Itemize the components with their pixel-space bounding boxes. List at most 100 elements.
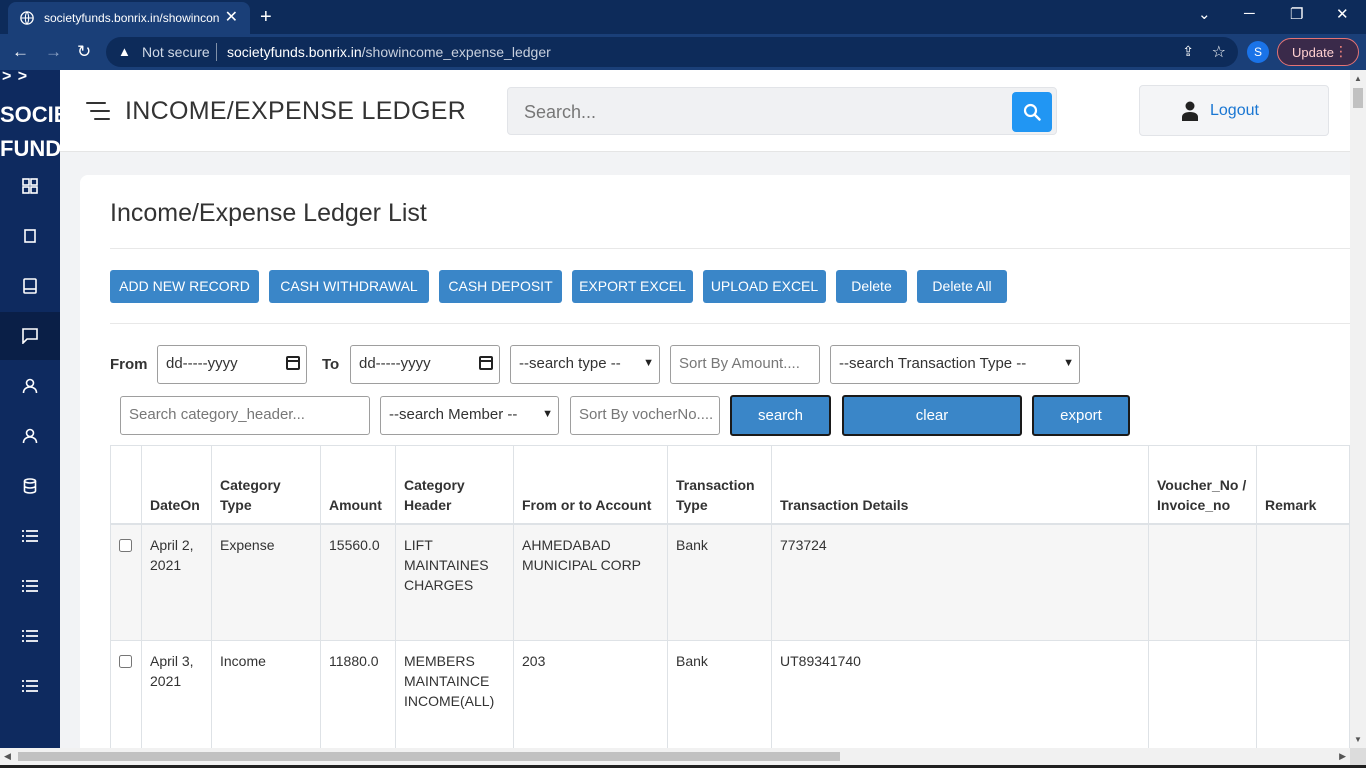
user-icon[interactable]	[20, 426, 40, 446]
delete-button[interactable]: Delete	[836, 270, 907, 303]
security-label: Not secure	[142, 44, 210, 60]
reload-icon[interactable]: ↻	[77, 42, 91, 62]
horizontal-scrollbar[interactable]: ◀ ▶	[0, 748, 1350, 765]
hamburger-menu-icon[interactable]	[86, 100, 110, 120]
to-date-input[interactable]: dd-----yyyy	[350, 345, 500, 384]
from-label: From	[110, 356, 148, 373]
ledger-card: Income/Expense Ledger List ADD NEW RECOR…	[80, 175, 1350, 768]
minimize-icon[interactable]: ─	[1244, 5, 1255, 22]
date-cell: April 2, 2021	[141, 523, 212, 641]
member-select[interactable]: --search Member -- ▼	[380, 396, 559, 435]
row-checkbox[interactable]	[119, 538, 132, 552]
column-header: Transaction Type	[667, 445, 772, 525]
new-tab-icon[interactable]: +	[260, 6, 272, 29]
export-button[interactable]: export	[1032, 395, 1130, 436]
calendar-icon[interactable]	[479, 356, 493, 370]
database-icon[interactable]	[20, 476, 40, 496]
category-type-cell: Expense	[211, 523, 321, 641]
list-icon[interactable]	[20, 626, 40, 646]
upload-excel-button[interactable]: UPLOAD EXCEL	[703, 270, 826, 303]
column-header: Amount	[320, 445, 396, 525]
url-text: societyfunds.bonrix.in/showincome_expens…	[227, 44, 551, 60]
date-cell: April 3, 2021	[141, 640, 212, 758]
list-icon[interactable]	[20, 676, 40, 696]
card-title: Income/Expense Ledger List	[110, 199, 427, 227]
search-icon	[1023, 103, 1041, 121]
from-date-input[interactable]: dd-----yyyy	[157, 345, 307, 384]
amount-sort-input[interactable]: Sort By Amount....	[670, 345, 820, 384]
profile-avatar[interactable]: S	[1247, 41, 1269, 63]
user-icon	[1182, 101, 1198, 121]
chat-icon[interactable]	[20, 326, 40, 346]
voucher-cell	[1148, 523, 1257, 641]
page-header: INCOME/EXPENSE LEDGER Logout	[60, 70, 1350, 152]
category-header-cell: MEMBERS MAINTAINCE INCOME(ALL)	[395, 640, 514, 758]
row-checkbox[interactable]	[119, 655, 132, 668]
scrollbar-thumb[interactable]	[18, 752, 840, 761]
search-button[interactable]	[1012, 92, 1052, 132]
chevron-down-icon: ▼	[542, 408, 553, 420]
update-button[interactable]: Update ⋮	[1277, 38, 1359, 66]
clear-button[interactable]: clear	[842, 395, 1022, 436]
export-excel-button[interactable]: EXPORT EXCEL	[572, 270, 693, 303]
close-tab-icon[interactable]: ✕	[225, 10, 238, 26]
cash-withdrawal-button[interactable]: CASH WITHDRAWAL	[269, 270, 429, 303]
scroll-up-icon[interactable]: ▲	[1354, 74, 1362, 83]
category-search-input[interactable]: Search category_header...	[120, 396, 370, 435]
column-header: Category Header	[395, 445, 514, 525]
sidebar: > > SOCIETY FUNDS	[0, 70, 60, 748]
menu-dots-icon: ⋮	[1334, 43, 1348, 59]
column-header: Category Type	[211, 445, 321, 525]
table-row: April 2, 2021 Expense 15560.0 LIFT MAINT…	[110, 523, 1350, 641]
add-new-record-button[interactable]: ADD NEW RECORD	[110, 270, 259, 303]
scroll-left-icon[interactable]: ◀	[4, 751, 11, 762]
sidebar-brand: SOCIETY FUNDS	[0, 102, 60, 161]
category-type-cell: Income	[211, 640, 321, 758]
restore-icon[interactable]: ❐	[1290, 5, 1303, 23]
close-window-icon[interactable]: ✕	[1336, 5, 1349, 23]
header-search-input[interactable]	[524, 100, 1004, 124]
list-icon[interactable]	[20, 526, 40, 546]
forward-icon[interactable]: →	[45, 42, 62, 62]
divider	[110, 323, 1350, 324]
voucher-sort-input[interactable]: Sort By vocherNo....	[570, 396, 720, 435]
browser-tab-bar: societyfunds.bonrix.in/showincon ✕ + ⌄ ─…	[0, 0, 1366, 34]
remark-cell	[1256, 640, 1350, 758]
search-filter-button[interactable]: search	[730, 395, 831, 436]
browser-tab[interactable]: societyfunds.bonrix.in/showincon ✕	[8, 2, 250, 34]
back-icon[interactable]: ←	[12, 42, 29, 62]
delete-all-button[interactable]: Delete All	[917, 270, 1007, 303]
dashboard-icon[interactable]	[20, 176, 40, 196]
chevron-down-icon: ▼	[643, 357, 654, 369]
logout-label: Logout	[1210, 101, 1259, 119]
transaction-details-cell: 773724	[771, 523, 1149, 641]
transaction-type-select[interactable]: --search Transaction Type -- ▼	[830, 345, 1080, 384]
voucher-cell	[1148, 640, 1257, 758]
scroll-down-icon[interactable]: ▼	[1354, 735, 1362, 744]
book-icon[interactable]	[20, 276, 40, 296]
bookmark-star-icon[interactable]: ☆	[1212, 42, 1226, 62]
logout-button[interactable]: Logout	[1139, 85, 1329, 136]
account-cell: AHMEDABAD MUNICIPAL CORP	[513, 523, 668, 641]
url-field[interactable]: ▲ Not secure societyfunds.bonrix.in/show…	[106, 37, 1238, 67]
page-icon[interactable]	[20, 226, 40, 246]
share-icon[interactable]: ⇪	[1182, 43, 1194, 60]
search-type-select[interactable]: --search type -- ▼	[510, 345, 660, 384]
cash-deposit-button[interactable]: CASH DEPOSIT	[439, 270, 562, 303]
page-title: INCOME/EXPENSE LEDGER	[125, 97, 467, 125]
vertical-scrollbar[interactable]: ▲ ▼	[1350, 70, 1366, 748]
divider	[110, 248, 1350, 249]
list-icon[interactable]	[20, 576, 40, 596]
calendar-icon[interactable]	[286, 356, 300, 370]
column-header: DateOn	[141, 445, 212, 525]
sidebar-toggle-icon[interactable]: > >	[2, 70, 28, 86]
scrollbar-thumb[interactable]	[1353, 88, 1363, 108]
user-icon[interactable]	[20, 376, 40, 396]
amount-cell: 11880.0	[320, 640, 396, 758]
tab-search-icon[interactable]: ⌄	[1198, 5, 1211, 23]
table-header-row: DateOn Category Type Amount Category Hea…	[110, 445, 1350, 525]
transaction-type-cell: Bank	[667, 640, 772, 758]
chevron-down-icon: ▼	[1063, 357, 1074, 369]
scroll-right-icon[interactable]: ▶	[1339, 751, 1346, 762]
category-header-cell: LIFT MAINTAINES CHARGES	[395, 523, 514, 641]
